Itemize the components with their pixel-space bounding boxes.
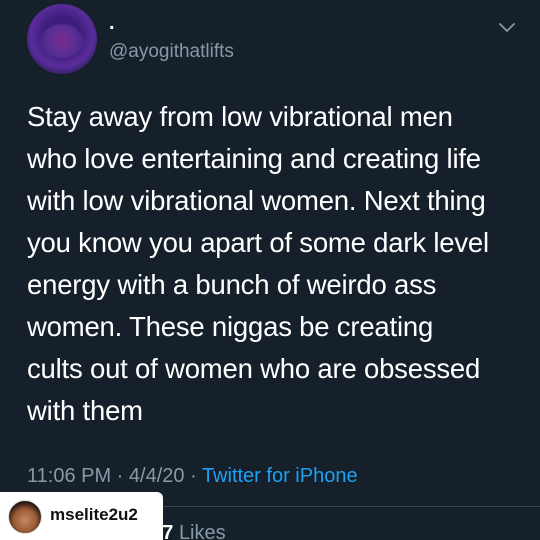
- tweet-text-line: who love entertaining and creating life: [27, 143, 481, 174]
- tweet-text-line: women. These niggas be creating: [27, 311, 434, 342]
- display-name[interactable]: .: [109, 12, 115, 34]
- tweet-text-line: Stay away from low vibrational men: [27, 101, 453, 132]
- repost-username: mselite2u2: [50, 505, 138, 524]
- repost-badge[interactable]: mselite2u2: [0, 492, 163, 540]
- tweet-date[interactable]: 4/4/20: [129, 465, 185, 487]
- likes-label: Likes: [178, 522, 226, 540]
- tweet-screenshot: . @ayogithatlifts Stay away from low vib…: [0, 0, 540, 540]
- tweet-text: Stay away from low vibrational men who l…: [27, 96, 527, 432]
- repost-avatar: [8, 500, 42, 534]
- profile-avatar[interactable]: [27, 4, 97, 74]
- meta-separator: ·: [111, 465, 129, 487]
- tweet-text-line: energy with a bunch of weirdo ass: [27, 269, 437, 300]
- tweet-metadata: 11:06 PM · 4/4/20 · Twitter for iPhone: [27, 464, 358, 488]
- tweet-text-line: cults out of women who are obsessed: [27, 353, 481, 384]
- avatar-glow: [41, 24, 83, 58]
- user-handle[interactable]: @ayogithatlifts: [109, 40, 234, 64]
- chevron-down-icon[interactable]: [496, 16, 518, 38]
- tweet-text-line: with low vibrational women. Next thing: [27, 185, 486, 216]
- tweet-source-link[interactable]: Twitter for iPhone: [202, 465, 358, 487]
- tweet-time: 11:06 PM: [27, 465, 112, 487]
- tweet-text-line: with them: [27, 395, 143, 426]
- tweet-text-line: you know you apart of some dark level: [27, 227, 489, 258]
- meta-separator: ·: [184, 465, 202, 487]
